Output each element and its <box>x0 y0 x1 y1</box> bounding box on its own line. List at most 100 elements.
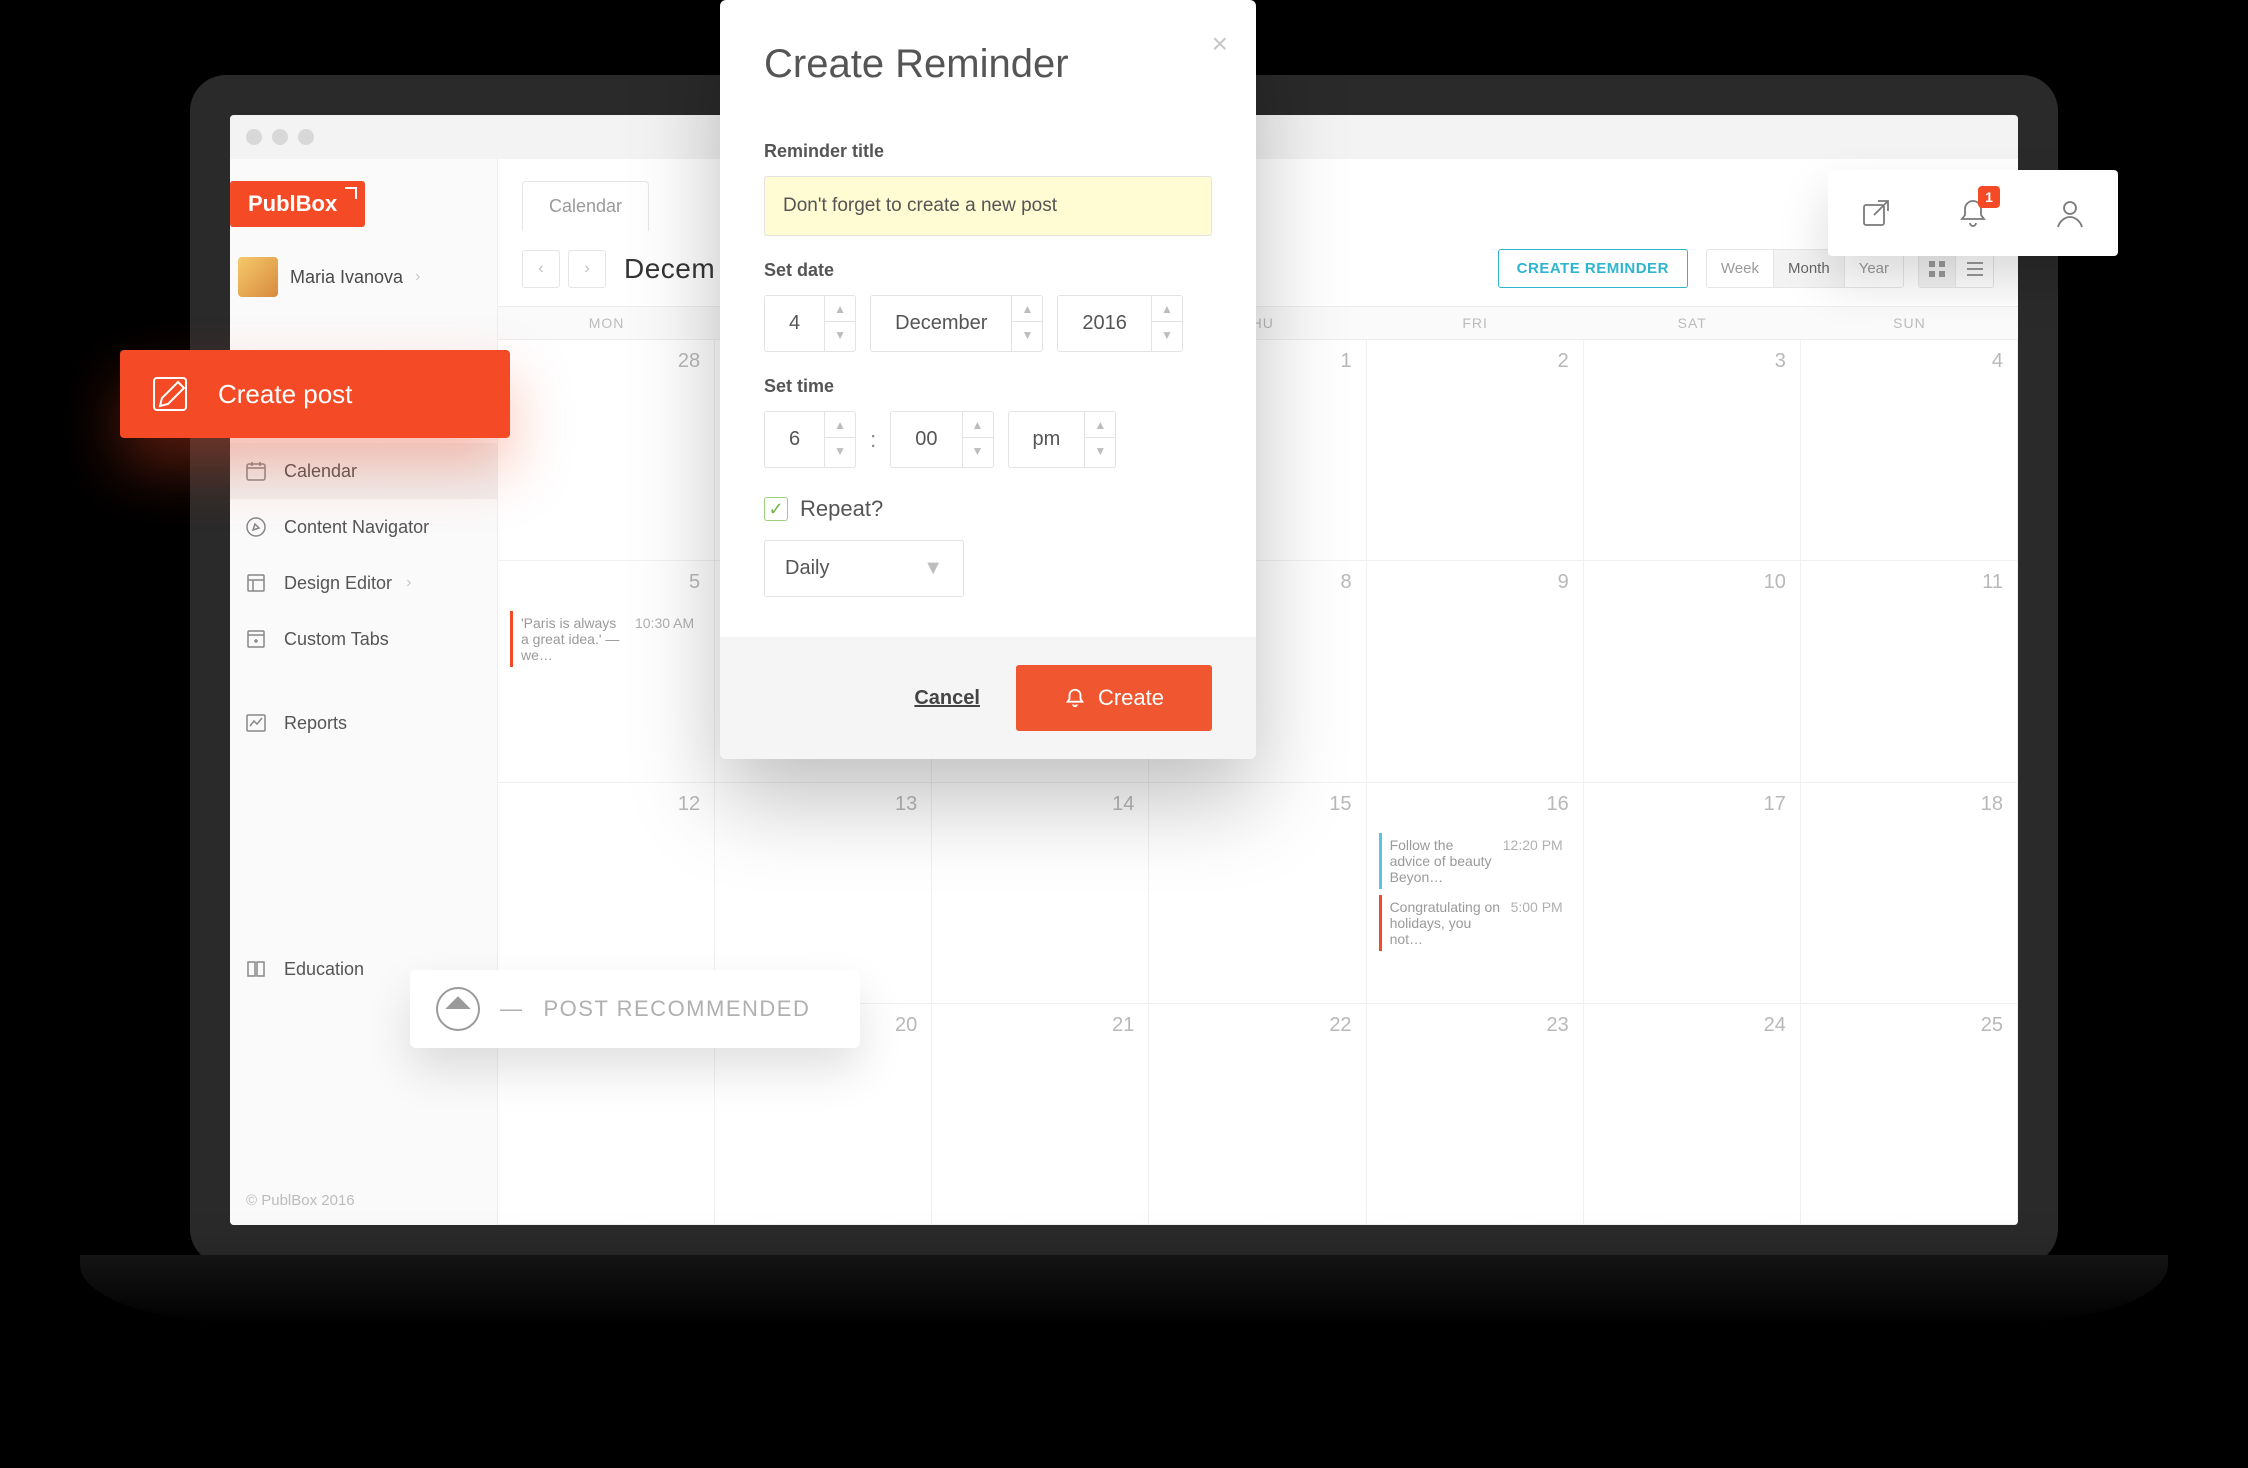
cancel-button[interactable]: Cancel <box>914 687 980 710</box>
chevron-down-icon[interactable]: ▼ <box>825 438 855 464</box>
tab-calendar[interactable]: Calendar <box>522 181 649 231</box>
profile-button[interactable] <box>2047 190 2093 236</box>
calendar-event[interactable]: Follow the advice of beauty Beyon… 12:20… <box>1379 833 1571 889</box>
list-icon <box>1966 260 1984 278</box>
create-reminder-modal: Create Reminder × Reminder title Set dat… <box>720 0 1256 759</box>
chart-icon <box>242 709 270 737</box>
chevron-down-icon: ▼ <box>923 557 943 580</box>
sidebar-item-custom-tabs[interactable]: Custom Tabs <box>230 611 497 667</box>
chevron-right-icon: › <box>406 574 411 592</box>
avatar <box>238 257 278 297</box>
month-value: December <box>871 296 1011 351</box>
next-month-button[interactable]: › <box>568 250 606 288</box>
create-post-button[interactable]: Create post <box>120 350 510 438</box>
user-chip[interactable]: Maria Ivanova › <box>230 227 497 307</box>
day-value: 4 <box>765 296 824 351</box>
event-time: 5:00 PM <box>1511 899 1563 947</box>
layout-icon <box>242 569 270 597</box>
calendar-cell[interactable]: 28 <box>498 340 715 561</box>
hour-value: 6 <box>765 412 824 467</box>
reminder-title-input[interactable] <box>764 176 1212 236</box>
create-button[interactable]: Create <box>1016 665 1212 731</box>
post-recommended-chip[interactable]: — POST RECOMMENDED <box>410 970 860 1048</box>
calendar-cell[interactable]: 2 <box>1367 340 1584 561</box>
window-dot[interactable] <box>298 129 314 145</box>
grid-icon <box>1928 260 1946 278</box>
post-recommended-label: POST RECOMMENDED <box>544 996 811 1022</box>
calendar-event[interactable]: 'Paris is always a great idea.' — we… 10… <box>510 611 702 667</box>
chevron-up-icon[interactable]: ▲ <box>1085 412 1115 438</box>
create-post-label: Create post <box>218 379 352 410</box>
calendar-cell[interactable]: 3 <box>1584 340 1801 561</box>
window-dot[interactable] <box>272 129 288 145</box>
calendar-cell[interactable]: 16 Follow the advice of beauty Beyon… 12… <box>1367 783 1584 1004</box>
calendar-cell[interactable]: 4 <box>1801 340 2018 561</box>
close-icon[interactable]: × <box>1212 28 1228 60</box>
sidebar-item-label: Custom Tabs <box>284 629 389 650</box>
year-value: 2016 <box>1058 296 1151 351</box>
brand-logo[interactable]: PublBox <box>230 181 365 227</box>
prev-month-button[interactable]: ‹ <box>522 250 560 288</box>
calendar-cell[interactable]: 14 <box>932 783 1149 1004</box>
chevron-down-icon[interactable]: ▼ <box>963 438 993 464</box>
calendar-cell[interactable]: 10 <box>1584 561 1801 782</box>
sidebar-item-content-navigator[interactable]: Content Navigator <box>230 499 497 555</box>
sidebar-item-label: Design Editor <box>284 573 392 594</box>
compass-icon <box>436 987 480 1031</box>
window-dot[interactable] <box>246 129 262 145</box>
tabs-icon <box>242 625 270 653</box>
create-button-label: Create <box>1098 685 1164 711</box>
chevron-down-icon[interactable]: ▼ <box>1085 438 1115 464</box>
chevron-up-icon[interactable]: ▲ <box>825 412 855 438</box>
calendar-cell[interactable]: 25 <box>1801 1004 2018 1225</box>
chevron-up-icon[interactable]: ▲ <box>963 412 993 438</box>
calendar-cell[interactable]: 18 <box>1801 783 2018 1004</box>
chevron-down-icon[interactable]: ▼ <box>1012 322 1042 348</box>
repeat-select[interactable]: Daily ▼ <box>764 540 964 597</box>
chevron-up-icon[interactable]: ▲ <box>825 296 855 322</box>
notifications-button[interactable]: 1 <box>1950 190 1996 236</box>
calendar-cell[interactable]: 22 <box>1149 1004 1366 1225</box>
calendar-cell[interactable]: 17 <box>1584 783 1801 1004</box>
calendar-cell[interactable]: 11 <box>1801 561 2018 782</box>
minute-value: 00 <box>891 412 961 467</box>
sidebar-item-reports[interactable]: Reports <box>230 695 497 751</box>
nav: Dashboard Calendar Content Navigator Des… <box>230 387 497 997</box>
year-stepper[interactable]: 2016 ▲▼ <box>1057 295 1183 352</box>
chevron-down-icon[interactable]: ▼ <box>1152 322 1182 348</box>
month-stepper[interactable]: December ▲▼ <box>870 295 1043 352</box>
chevron-up-icon[interactable]: ▲ <box>1012 296 1042 322</box>
chevron-up-icon[interactable]: ▲ <box>1152 296 1182 322</box>
day-header: SAT <box>1584 307 1801 339</box>
day-header: FRI <box>1367 307 1584 339</box>
calendar-cell[interactable]: 15 <box>1149 783 1366 1004</box>
time-colon: : <box>870 427 876 453</box>
minute-stepper[interactable]: 00 ▲▼ <box>890 411 993 468</box>
compass-icon <box>242 513 270 541</box>
calendar-cell[interactable]: 5 'Paris is always a great idea.' — we… … <box>498 561 715 782</box>
chevron-down-icon[interactable]: ▼ <box>825 322 855 348</box>
calendar-cell[interactable]: 23 <box>1367 1004 1584 1225</box>
open-external-button[interactable] <box>1853 190 1899 236</box>
ampm-value: pm <box>1009 412 1085 467</box>
range-week[interactable]: Week <box>1707 250 1774 287</box>
hour-stepper[interactable]: 6 ▲▼ <box>764 411 856 468</box>
create-reminder-button[interactable]: CREATE REMINDER <box>1498 249 1688 288</box>
event-text: Congratulating on holidays, you not… <box>1390 899 1503 947</box>
calendar-cell[interactable]: 9 <box>1367 561 1584 782</box>
sidebar-item-design-editor[interactable]: Design Editor › <box>230 555 497 611</box>
user-name: Maria Ivanova <box>290 267 403 288</box>
book-icon <box>242 955 270 983</box>
calendar-event[interactable]: Congratulating on holidays, you not… 5:0… <box>1379 895 1571 951</box>
external-link-icon <box>1860 197 1892 229</box>
calendar-cell[interactable]: 21 <box>932 1004 1149 1225</box>
repeat-checkbox[interactable]: ✓ <box>764 497 788 521</box>
sidebar-item-calendar[interactable]: Calendar <box>230 443 497 499</box>
calendar-cell[interactable]: 24 <box>1584 1004 1801 1225</box>
calendar-icon <box>242 457 270 485</box>
notification-badge: 1 <box>1978 186 2000 208</box>
day-stepper[interactable]: 4 ▲▼ <box>764 295 856 352</box>
day-header: MON <box>498 307 715 339</box>
modal-title: Create Reminder <box>764 42 1212 87</box>
ampm-stepper[interactable]: pm ▲▼ <box>1008 411 1117 468</box>
